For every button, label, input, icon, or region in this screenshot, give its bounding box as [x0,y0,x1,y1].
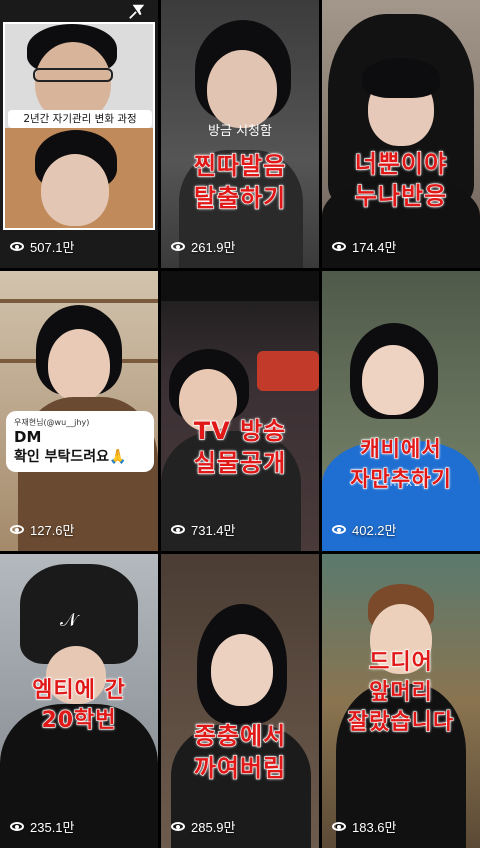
overlay-line-1: 엠티에 간 [32,677,126,703]
overlay-line-2: 자만추하기 [350,466,452,491]
pin-icon [129,4,145,19]
after-photo [5,128,153,228]
eye-icon [10,822,24,831]
eye-icon [171,242,185,251]
eye-icon [332,242,346,251]
video-tile-4[interactable]: 우재현님(@wu__jhy) DM 확인 부탁드려요🙏 127.6만 [0,271,158,551]
video-tile-5[interactable]: TV 방송 실물공개 731.4만 [161,271,319,551]
overlay-line-2: 실물공개 [193,448,287,477]
video-tile-6[interactable]: XIMYXEK 캐비에서 자만추하기 402.2만 [322,271,480,551]
video-tile-2[interactable]: 방금 시청함 찐따발음 탈출하기 261.9만 [161,0,319,268]
video-tile-9[interactable]: 드디어 앞머리 잘랐습니다 183.6만 [322,554,480,848]
video-tile-3[interactable]: 너뿐이야 누나반응 174.4만 [322,0,480,268]
overlay-line-1: TV 방송 [193,416,287,445]
view-count: 183.6만 [332,817,397,836]
eye-icon [332,525,346,534]
video-tile-8[interactable]: 종충에서 까여버림 285.9만 [161,554,319,848]
eye-icon [171,822,185,831]
watched-label: 방금 시청함 [208,124,272,139]
eye-icon [332,822,346,831]
overlay-line-2: 20학번 [41,707,117,733]
comment-line-1: DM [14,428,42,446]
comment-bubble: 우재현님(@wu__jhy) DM 확인 부탁드려요🙏 [6,411,154,472]
comment-line-2: 확인 부탁드려요🙏 [14,449,127,465]
overlay-line-1: 드디어 [369,649,433,675]
view-count: 285.9만 [171,817,236,836]
overlay-line-2: 탈출하기 [193,183,287,212]
video-tile-7[interactable]: 𝒩 엠티에 간 20학번 235.1만 [0,554,158,848]
eye-icon [10,242,24,251]
overlay-line-1: 너뿐이야 [354,149,448,178]
eye-icon [171,525,185,534]
overlay-line-3: 잘랐습니다 [347,709,455,735]
video-grid: 2년간 자기관리 변화 과정 507.1만 방금 시청함 찐따발음 탈출하기 2… [0,0,480,848]
view-count: 731.4만 [171,520,236,539]
comment-user: 우재현님(@wu__jhy) [14,418,90,427]
view-count: 261.9만 [171,237,236,256]
overlay-line-1: 종충에서 [193,721,287,750]
overlay-line-1: 캐비에서 [360,436,442,461]
view-count: 507.1만 [10,237,75,256]
transformation-label: 2년간 자기관리 변화 과정 [8,110,152,128]
view-count: 402.2만 [332,520,397,539]
view-count: 127.6만 [10,520,75,539]
view-count: 235.1만 [10,817,75,836]
overlay-line-1: 찐따발음 [193,151,287,180]
overlay-line-2: 앞머리 [369,679,433,705]
view-count: 174.4만 [332,237,397,256]
overlay-line-2: 까여버림 [193,753,287,782]
eye-icon [10,525,24,534]
video-tile-1[interactable]: 2년간 자기관리 변화 과정 507.1만 [0,0,158,268]
overlay-line-2: 누나반응 [354,181,448,210]
